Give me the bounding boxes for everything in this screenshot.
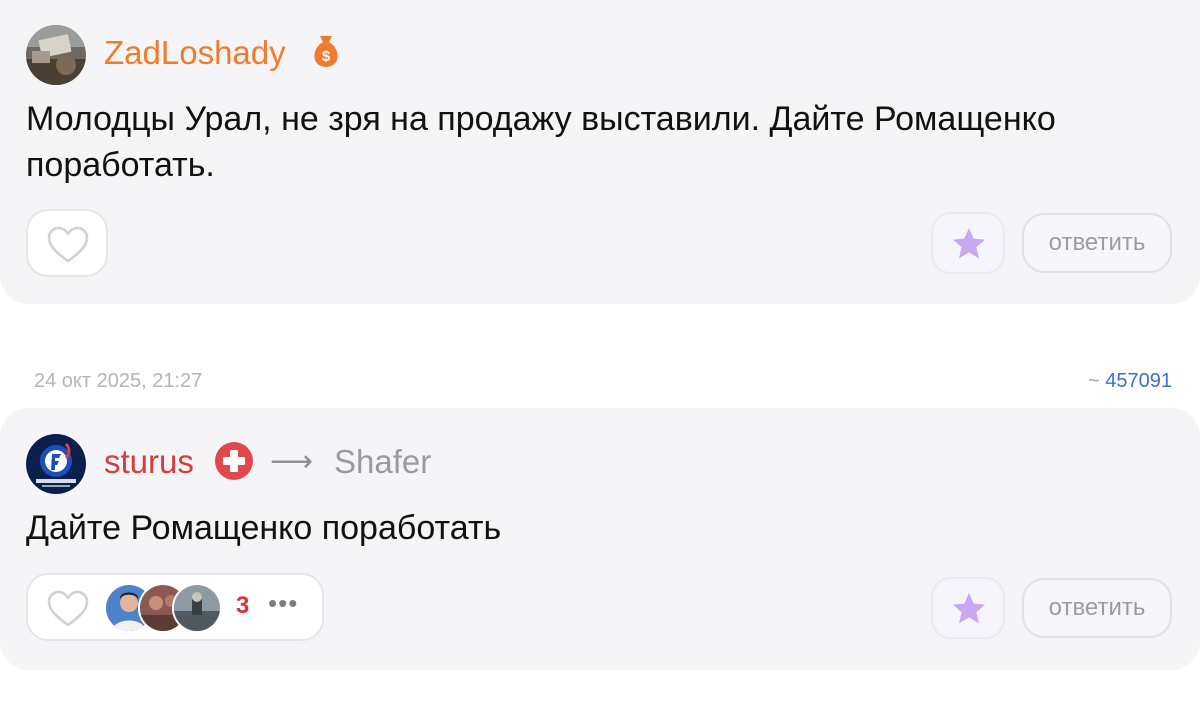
reactor-avatar <box>172 583 222 633</box>
avatar[interactable] <box>26 25 86 85</box>
money-bag-icon: $ <box>314 36 338 67</box>
svg-text:$: $ <box>322 48 331 65</box>
reply-arrow-icon: ⟶ <box>270 445 314 478</box>
reply-recipient[interactable]: Shafer <box>334 442 431 482</box>
comment-id-link[interactable]: ~ 457091 <box>1088 370 1172 393</box>
reply-button[interactable]: ответить <box>1022 213 1172 273</box>
comment-card: ZadLoshady $ Молодцы Урал, не зря на про… <box>0 0 1200 304</box>
author-name[interactable]: ZadLoshady <box>104 33 286 73</box>
heart-icon <box>47 590 89 627</box>
reply-button[interactable]: ответить <box>1022 578 1172 638</box>
like-button[interactable] <box>26 209 108 277</box>
comment-id[interactable]: 457091 <box>1105 370 1172 392</box>
reactor-avatars[interactable] <box>104 583 224 633</box>
author-name[interactable]: sturus <box>104 442 194 482</box>
star-icon <box>953 593 985 624</box>
avatar[interactable] <box>26 434 86 494</box>
comment-text: Дайте Ромащенко поработать <box>26 509 502 547</box>
favorite-button[interactable] <box>931 577 1005 639</box>
red-cross-icon <box>215 442 253 480</box>
id-prefix: ~ <box>1088 370 1100 392</box>
comment-timestamp: 24 окт 2025, 21:27 <box>34 370 203 392</box>
star-icon <box>953 228 985 259</box>
favorite-button[interactable] <box>931 212 1005 274</box>
more-reactions-icon[interactable]: ••• <box>268 588 298 619</box>
heart-icon <box>47 226 89 263</box>
comment-text: Молодцы Урал, не зря на продажу выставил… <box>26 100 1056 184</box>
reaction-count[interactable]: 3 <box>236 592 249 620</box>
